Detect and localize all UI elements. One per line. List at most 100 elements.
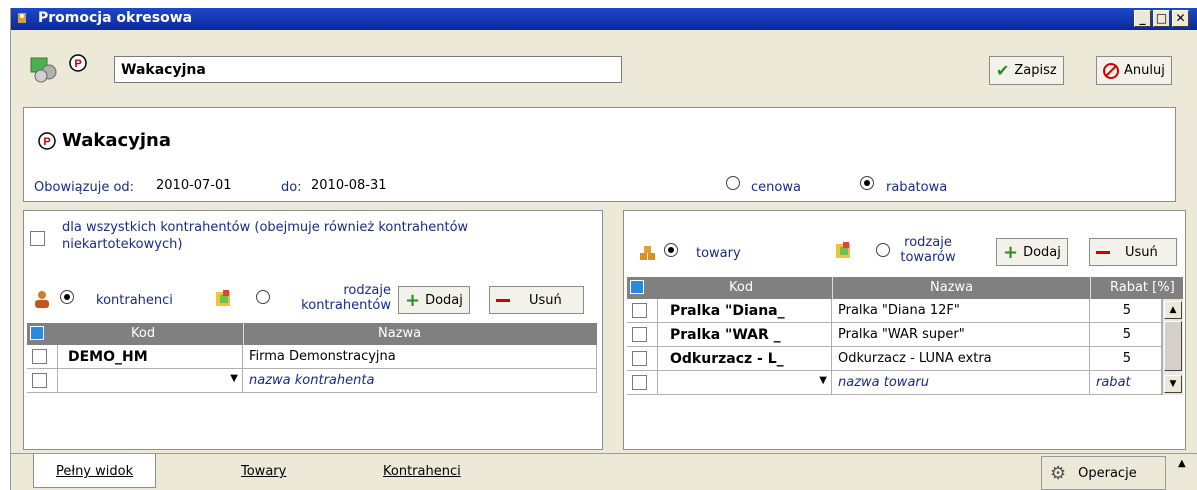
grid-header: Kod Nazwa Rabat [%] (627, 277, 1183, 299)
select-all-checkbox[interactable] (630, 280, 644, 294)
row-discount[interactable]: 5 (1090, 323, 1162, 347)
add-goods-button[interactable]: + Dodaj (996, 238, 1068, 266)
valid-to-field[interactable]: 2010-08-31 (311, 178, 387, 193)
footer-tab-bar: Pełny widok Towary Kontrahenci ⚙ Operacj… (11, 453, 1197, 490)
scroll-up-icon[interactable]: ▲ (1164, 301, 1182, 319)
row-checkbox[interactable] (632, 327, 647, 342)
row-name: Pralka "Diana 12F" (832, 299, 1090, 323)
valid-from-label: Obowiązuje od: (34, 180, 135, 195)
scroll-thumb[interactable] (1164, 321, 1182, 371)
scroll-down-icon[interactable]: ▼ (1164, 375, 1182, 393)
column-header-code[interactable]: Kod (131, 326, 155, 341)
radio-contractor-types-label: rodzaje kontrahentów (301, 283, 391, 313)
add-label: Dodaj (1023, 244, 1061, 260)
row-checkbox[interactable] (32, 373, 47, 388)
radio-price-label: cenowa (751, 180, 801, 195)
grid-header: Kod Nazwa (27, 323, 597, 345)
table-row[interactable]: Pralka "Diana_ Pralka "Diana 12F" 5 (627, 299, 1162, 323)
gear-icon: ⚙ (1050, 462, 1067, 484)
toolbar: P Wakacyjna ✔ Zapisz Anuluj (11, 30, 1197, 104)
column-divider (1090, 277, 1091, 299)
window-title: Promocja okresowa (38, 10, 193, 26)
goods-icon (640, 246, 655, 260)
row-discount[interactable]: 5 (1090, 347, 1162, 371)
row-checkbox[interactable] (632, 351, 647, 366)
table-row[interactable]: Pralka "WAR _ Pralka "WAR super" 5 (627, 323, 1162, 347)
dropdown-arrow-icon[interactable]: ▼ (230, 373, 238, 384)
row-code: Odkurzacz - L_ (658, 347, 832, 371)
save-label: Zapisz (1014, 63, 1057, 78)
row-checkbox[interactable] (32, 349, 47, 364)
cancel-button[interactable]: Anuluj (1096, 56, 1172, 85)
new-row-code-combo[interactable]: ▼ (658, 371, 832, 395)
p-badge-icon: P (69, 54, 87, 72)
person-icon (35, 291, 49, 308)
app-icon (18, 13, 26, 23)
radio-contractors[interactable] (60, 290, 74, 304)
cancel-icon (1103, 62, 1119, 79)
new-row-discount-placeholder[interactable]: rabat (1090, 371, 1162, 395)
new-row[interactable]: ▼ nazwa kontrahenta (27, 369, 597, 393)
row-code: Pralka "WAR _ (658, 323, 832, 347)
radio-goods-types-label: rodzaje towarów (900, 235, 956, 265)
operations-button[interactable]: ⚙ Operacje (1041, 456, 1166, 490)
radio-goods-types[interactable] (876, 243, 890, 257)
radio-price[interactable] (726, 176, 740, 190)
all-contractors-label: dla wszystkich kontrahentów (obejmuje ró… (62, 220, 469, 252)
radio-contractor-types[interactable] (256, 290, 270, 304)
new-row[interactable]: ▼ nazwa towaru rabat (627, 371, 1162, 395)
select-all-checkbox[interactable] (30, 326, 44, 340)
dropdown-arrow-icon[interactable]: ▼ (819, 375, 827, 386)
contractor-types-icon (216, 290, 230, 306)
row-name: Firma Demonstracyjna (243, 345, 597, 369)
radio-contractors-label: kontrahenci (96, 293, 173, 308)
save-button[interactable]: ✔ Zapisz (989, 56, 1064, 85)
promotion-name-input[interactable]: Wakacyjna (114, 56, 622, 83)
remove-contractor-button[interactable]: Usuń (489, 286, 584, 314)
valid-from-field[interactable]: 2010-07-01 (156, 178, 232, 193)
promotion-title-text: Wakacyjna (62, 130, 172, 151)
collapse-arrow-icon[interactable]: ▲ (1178, 458, 1186, 469)
check-icon: ✔ (996, 61, 1010, 80)
tab-contractors[interactable]: Kontrahenci (383, 464, 461, 479)
table-row[interactable]: Odkurzacz - L_ Odkurzacz - LUNA extra 5 (627, 347, 1162, 371)
promotion-icon (30, 57, 57, 83)
column-header-discount[interactable]: Rabat [%] (1110, 280, 1175, 295)
table-row[interactable]: DEMO_HM Firma Demonstracyjna (27, 345, 597, 369)
new-row-name-placeholder[interactable]: nazwa towaru (832, 371, 1090, 395)
all-contractors-checkbox[interactable] (30, 231, 45, 246)
column-header-name[interactable]: Nazwa (378, 326, 421, 341)
p-badge-icon: P (38, 131, 56, 150)
remove-goods-button[interactable]: Usuń (1089, 238, 1177, 266)
remove-label: Usuń (529, 292, 562, 308)
valid-to-label: do: (281, 180, 302, 195)
tab-goods[interactable]: Towary (241, 464, 286, 479)
minus-icon (496, 298, 510, 302)
row-checkbox[interactable] (632, 375, 647, 390)
radio-goods[interactable] (664, 243, 678, 257)
row-discount[interactable]: 5 (1090, 299, 1162, 323)
new-row-name-placeholder[interactable]: nazwa kontrahenta (243, 369, 597, 393)
minus-icon (1096, 250, 1110, 254)
maximize-icon[interactable]: □ (1153, 10, 1170, 27)
row-checkbox[interactable] (632, 303, 647, 318)
operations-label: Operacje (1078, 465, 1137, 481)
goods-types-icon (836, 242, 850, 258)
window: Promocja okresowa _ □ ✕ P Wakacyjna ✔ Za… (10, 8, 1197, 490)
vertical-scrollbar[interactable]: ▲ ▼ (1162, 299, 1183, 395)
column-divider (243, 323, 244, 345)
add-contractor-button[interactable]: + Dodaj (398, 286, 470, 314)
row-code: DEMO_HM (58, 345, 243, 369)
new-row-code-combo[interactable]: ▼ (58, 369, 243, 393)
add-label: Dodaj (425, 292, 463, 308)
radio-discount[interactable] (860, 176, 874, 190)
title-bar: Promocja okresowa _ □ ✕ (11, 8, 1197, 30)
row-code: Pralka "Diana_ (658, 299, 832, 323)
radio-discount-label: rabatowa (886, 180, 948, 195)
column-divider (832, 277, 833, 299)
minimize-icon[interactable]: _ (1134, 10, 1151, 27)
close-icon[interactable]: ✕ (1172, 10, 1189, 27)
column-header-name[interactable]: Nazwa (930, 280, 973, 295)
column-header-code[interactable]: Kod (729, 280, 753, 295)
tab-full-view[interactable]: Pełny widok (33, 454, 157, 488)
